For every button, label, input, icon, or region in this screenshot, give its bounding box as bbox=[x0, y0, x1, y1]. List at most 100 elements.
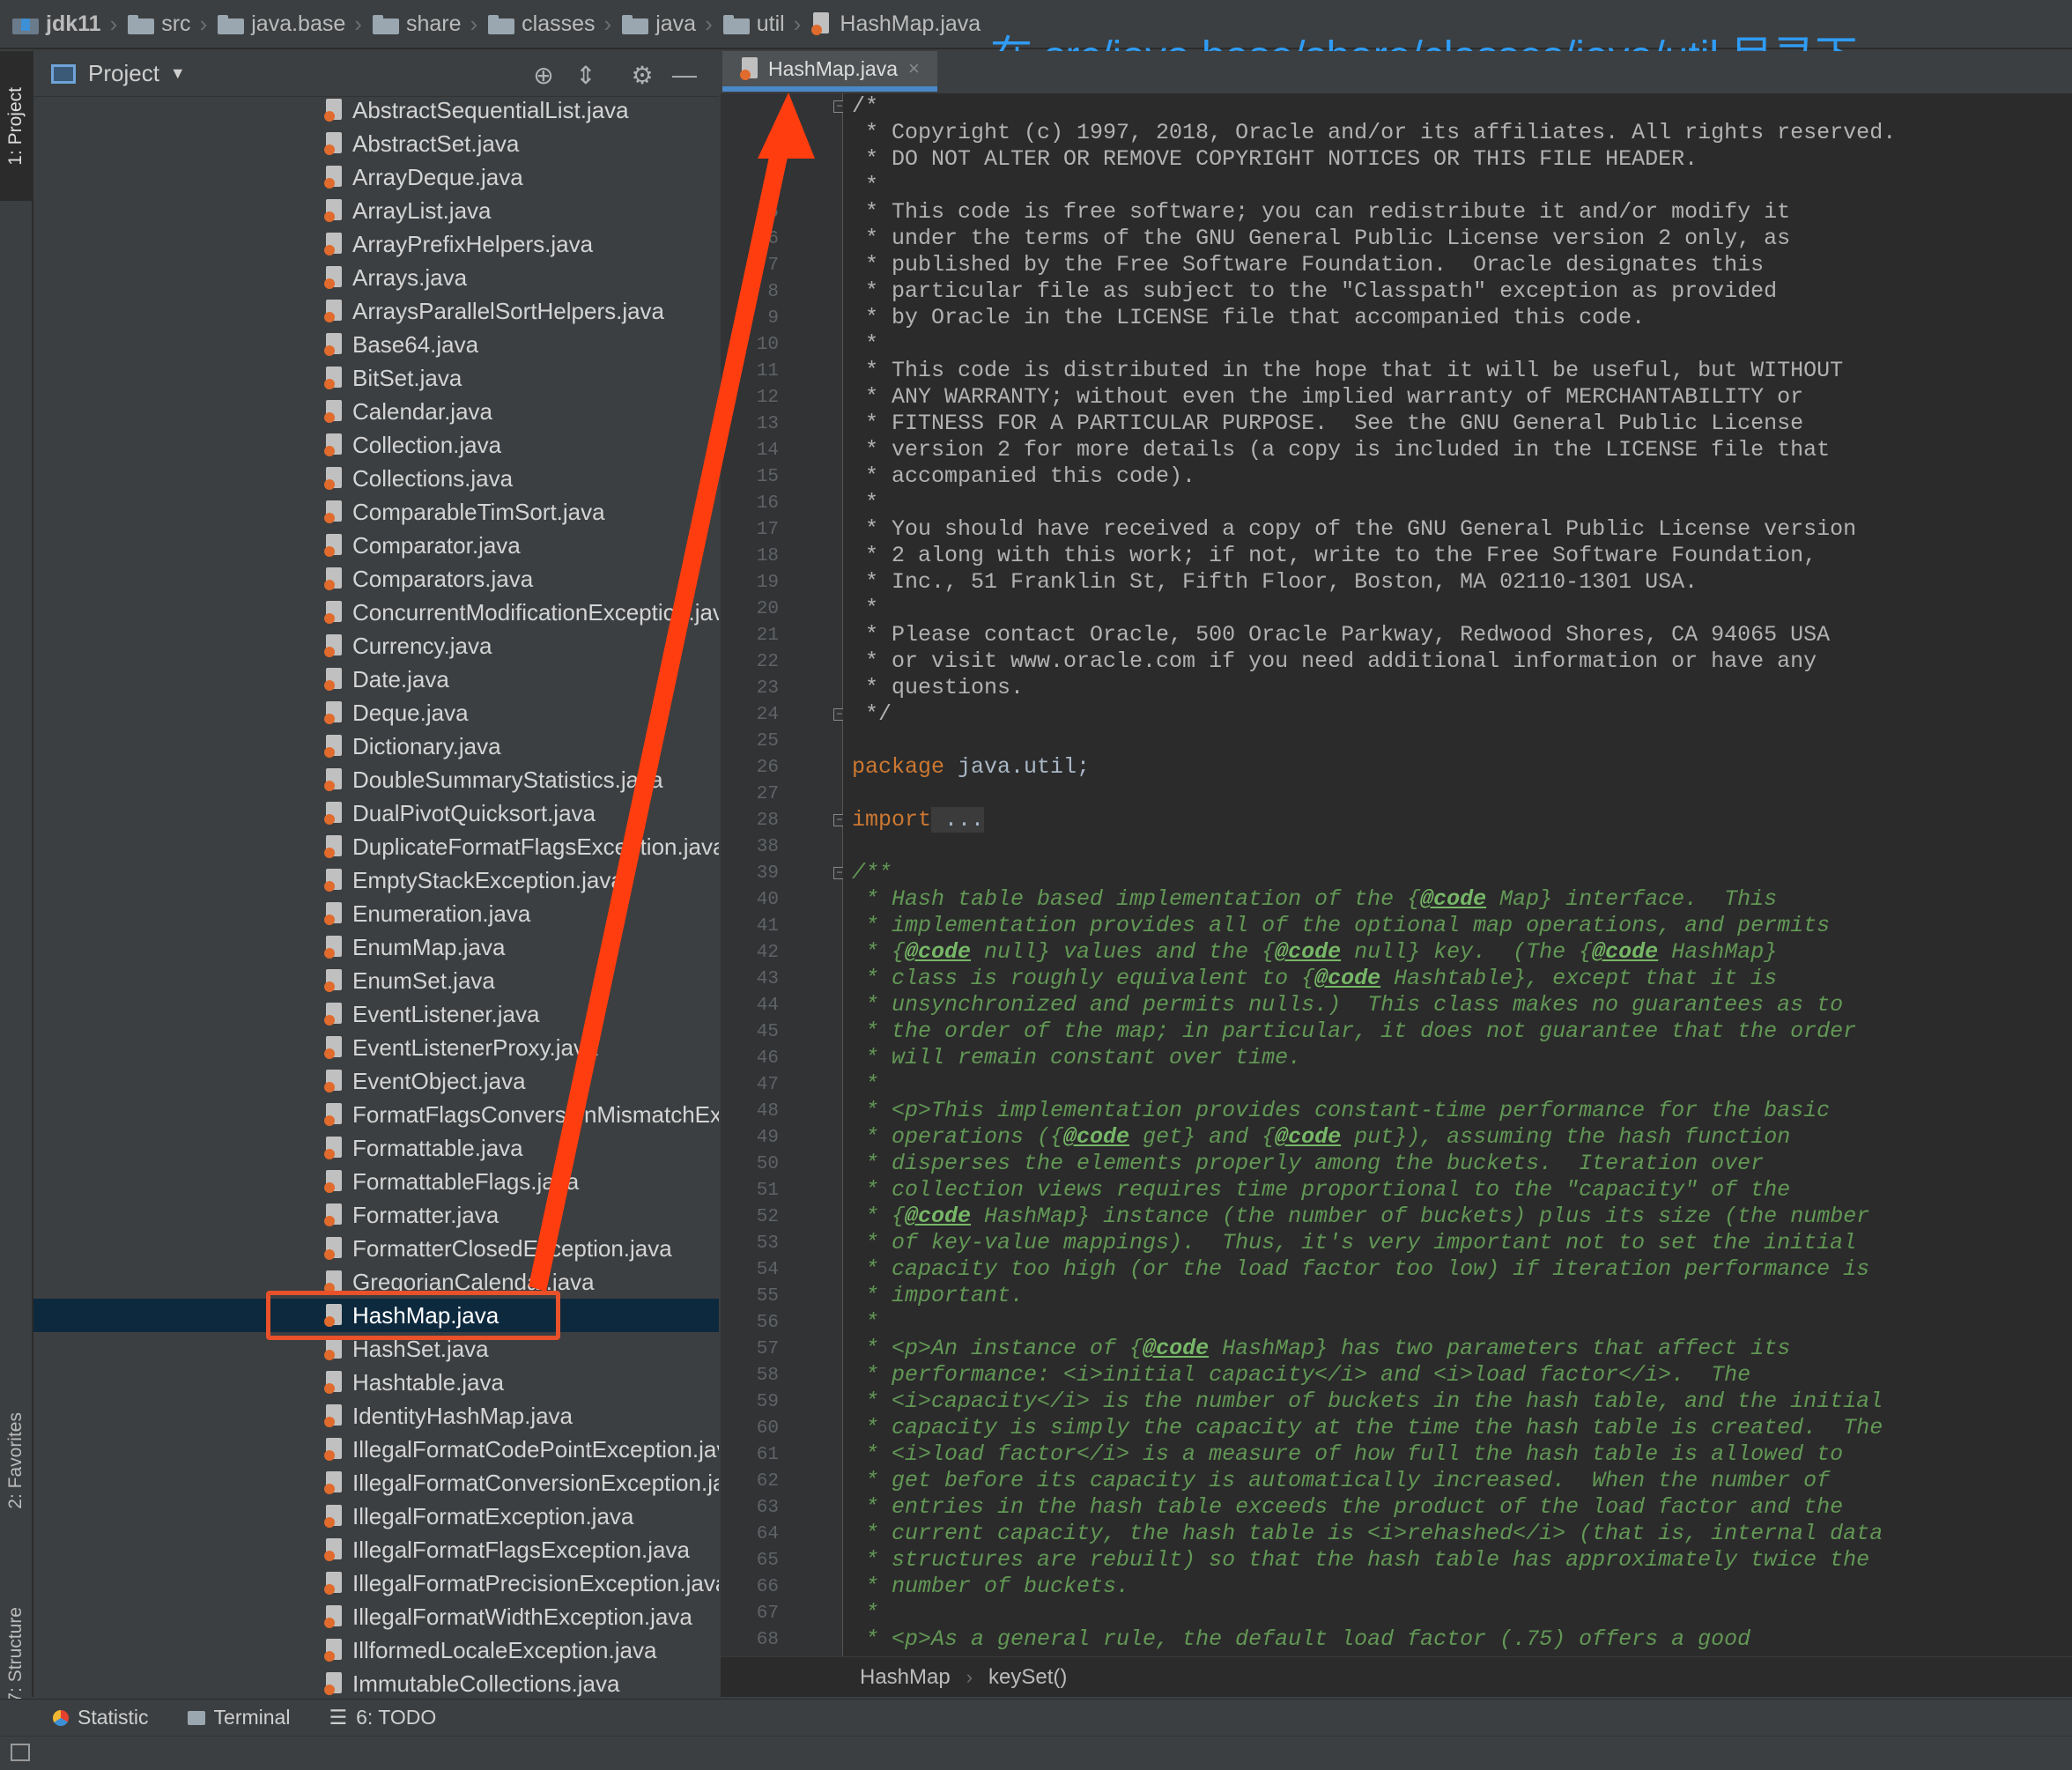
tree-item[interactable]: ArraysParallelSortHelpers.java bbox=[33, 294, 719, 328]
line-number: 8 bbox=[767, 282, 779, 302]
tree-item[interactable]: EnumSet.java bbox=[33, 964, 719, 997]
java-file-icon bbox=[324, 1170, 344, 1193]
tree-item[interactable]: Formatter.java bbox=[33, 1198, 719, 1232]
breadcrumb-share[interactable]: share › bbox=[372, 11, 488, 38]
tree-item-label: EnumMap.java bbox=[352, 933, 506, 960]
tree-item-label: AbstractSequentialList.java bbox=[352, 97, 629, 123]
locate-icon[interactable]: ⊕ bbox=[529, 60, 559, 90]
code-line: * <i>load factor</i> is a measure of how… bbox=[852, 1441, 1844, 1467]
gear-icon[interactable]: ⚙ bbox=[627, 60, 657, 90]
tree-item-label: ConcurrentModificationException.java bbox=[352, 598, 719, 626]
tree-item[interactable]: IllegalFormatConversionException.java bbox=[33, 1466, 719, 1500]
tree-item[interactable]: FormatterClosedException.java bbox=[33, 1232, 719, 1265]
line-number: 16 bbox=[756, 493, 779, 514]
editor-tab-hashmap[interactable]: HashMap.java × bbox=[722, 51, 937, 92]
tree-item[interactable]: BitSet.java bbox=[33, 361, 719, 395]
breadcrumb-java-base[interactable]: java.base › bbox=[218, 11, 373, 38]
line-number: 51 bbox=[756, 1181, 779, 1201]
tree-item-label: Collection.java bbox=[352, 431, 502, 458]
tree-item[interactable]: DuplicateFormatFlagsException.java bbox=[33, 830, 719, 863]
tree-item[interactable]: ArrayPrefixHelpers.java bbox=[33, 227, 719, 261]
breadcrumb-src[interactable]: src › bbox=[128, 11, 218, 38]
line-number: 54 bbox=[756, 1260, 779, 1280]
tree-item[interactable]: Formattable.java bbox=[33, 1131, 719, 1165]
tree-item[interactable]: Dictionary.java bbox=[33, 729, 719, 763]
line-number: 49 bbox=[756, 1128, 779, 1148]
tree-item[interactable]: FormattableFlags.java bbox=[33, 1165, 719, 1198]
tree-item-label: DuplicateFormatFlagsException.java bbox=[352, 833, 719, 860]
line-number: 68 bbox=[756, 1630, 779, 1650]
tree-item[interactable]: Arrays.java bbox=[33, 261, 719, 294]
tree-item[interactable]: IllegalFormatFlagsException.java bbox=[33, 1533, 719, 1566]
tree-item[interactable]: Hashtable.java bbox=[33, 1366, 719, 1399]
tree-item[interactable]: EventListener.java bbox=[33, 997, 719, 1031]
tree-item[interactable]: ConcurrentModificationException.java bbox=[33, 596, 719, 629]
tree-item[interactable]: Enumeration.java bbox=[33, 897, 719, 930]
breadcrumb-java[interactable]: java › bbox=[622, 11, 723, 38]
tree-item[interactable]: Comparators.java bbox=[33, 562, 719, 596]
tree-item[interactable]: ArrayDeque.java bbox=[33, 160, 719, 194]
tree-item[interactable]: Collection.java bbox=[33, 428, 719, 462]
tree-item-label: IllegalFormatPrecisionException.java bbox=[352, 1569, 719, 1596]
tree-item[interactable]: IllegalFormatPrecisionException.java bbox=[33, 1566, 719, 1600]
tool-statistic[interactable]: Statistic bbox=[53, 1706, 149, 1729]
breadcrumb-file[interactable]: HashMap.java bbox=[811, 11, 980, 37]
tree-item-label: Formattable.java bbox=[352, 1134, 523, 1161]
breadcrumb-classes[interactable]: classes › bbox=[488, 11, 622, 38]
tree-item[interactable]: IllegalFormatWidthException.java bbox=[33, 1600, 719, 1633]
tree-item[interactable]: Deque.java bbox=[33, 696, 719, 729]
tree-item[interactable]: Collections.java bbox=[33, 462, 719, 495]
line-number: 23 bbox=[756, 678, 779, 699]
tool-terminal[interactable]: Terminal bbox=[187, 1706, 290, 1729]
code-line: * collection views requires time proport… bbox=[852, 1177, 1791, 1203]
tree-item[interactable]: DoubleSummaryStatistics.java bbox=[33, 763, 719, 796]
tree-item[interactable]: FormatFlagsConversionMismatchException.j… bbox=[33, 1098, 719, 1131]
breadcrumb-jdk11[interactable]: jdk11 › bbox=[12, 11, 128, 38]
tree-item[interactable]: Comparator.java bbox=[33, 529, 719, 562]
tool-todo[interactable]: ☰ 6: TODO bbox=[329, 1706, 436, 1729]
tree-item[interactable]: IllegalFormatCodePointException.java bbox=[33, 1433, 719, 1466]
tree-item[interactable]: Base64.java bbox=[33, 328, 719, 361]
tree-item[interactable]: DualPivotQuicksort.java bbox=[33, 796, 719, 830]
tree-item[interactable]: Date.java bbox=[33, 663, 719, 696]
chevron-down-icon[interactable]: ▼ bbox=[170, 64, 186, 83]
tree-item[interactable]: AbstractSequentialList.java bbox=[33, 97, 719, 127]
project-view-selector[interactable]: Project bbox=[88, 60, 159, 87]
line-number: 53 bbox=[756, 1233, 779, 1254]
tree-item[interactable]: EventListenerProxy.java bbox=[33, 1031, 719, 1064]
breadcrumb-method[interactable]: keySet() bbox=[988, 1665, 1067, 1690]
tool-tab-project[interactable]: 1: Project bbox=[0, 51, 32, 201]
tree-item[interactable]: AbstractSet.java bbox=[33, 127, 719, 160]
tree-item[interactable]: ImmutableCollections.java bbox=[33, 1667, 719, 1697]
line-number: 42 bbox=[756, 943, 779, 963]
breadcrumb-util[interactable]: util › bbox=[722, 11, 812, 38]
tree-item[interactable]: IllegalFormatException.java bbox=[33, 1500, 719, 1533]
code-line: * accompanied this code). bbox=[852, 463, 1196, 489]
tool-windows-icon[interactable] bbox=[11, 1744, 30, 1761]
line-number: 14 bbox=[756, 441, 779, 461]
line-number: 25 bbox=[756, 731, 779, 752]
close-icon[interactable]: × bbox=[908, 57, 920, 80]
java-file-icon bbox=[324, 1103, 344, 1126]
tree-item[interactable]: EnumMap.java bbox=[33, 930, 719, 964]
tree-item[interactable]: EventObject.java bbox=[33, 1064, 719, 1098]
java-file-icon bbox=[324, 367, 344, 389]
tree-item-label: BitSet.java bbox=[352, 364, 462, 391]
code-line: * FITNESS FOR A PARTICULAR PURPOSE. See … bbox=[852, 411, 1804, 436]
tree-item[interactable]: ComparableTimSort.java bbox=[33, 495, 719, 529]
code-editor[interactable]: /* * Copyright (c) 1997, 2018, Oracle an… bbox=[843, 93, 2072, 1656]
tree-item[interactable]: EmptyStackException.java bbox=[33, 863, 719, 897]
tree-item[interactable]: Currency.java bbox=[33, 629, 719, 663]
breadcrumb-class[interactable]: HashMap bbox=[860, 1665, 951, 1690]
collapse-icon[interactable]: ⇕ bbox=[571, 60, 601, 90]
tree-item[interactable]: Calendar.java bbox=[33, 395, 719, 428]
tree-item[interactable]: ArrayList.java bbox=[33, 194, 719, 227]
folder-icon bbox=[488, 15, 515, 34]
java-file-icon bbox=[324, 1036, 344, 1059]
code-line: * important. bbox=[852, 1283, 1025, 1308]
minimize-icon[interactable]: — bbox=[670, 60, 699, 90]
tree-item[interactable]: IllformedLocaleException.java bbox=[33, 1633, 719, 1667]
tree-item[interactable]: IdentityHashMap.java bbox=[33, 1399, 719, 1433]
tool-tab-favorites[interactable]: 2: Favorites bbox=[0, 1355, 32, 1566]
project-file-tree: AbstractSequentialList.java AbstractSet.j… bbox=[33, 97, 719, 1697]
